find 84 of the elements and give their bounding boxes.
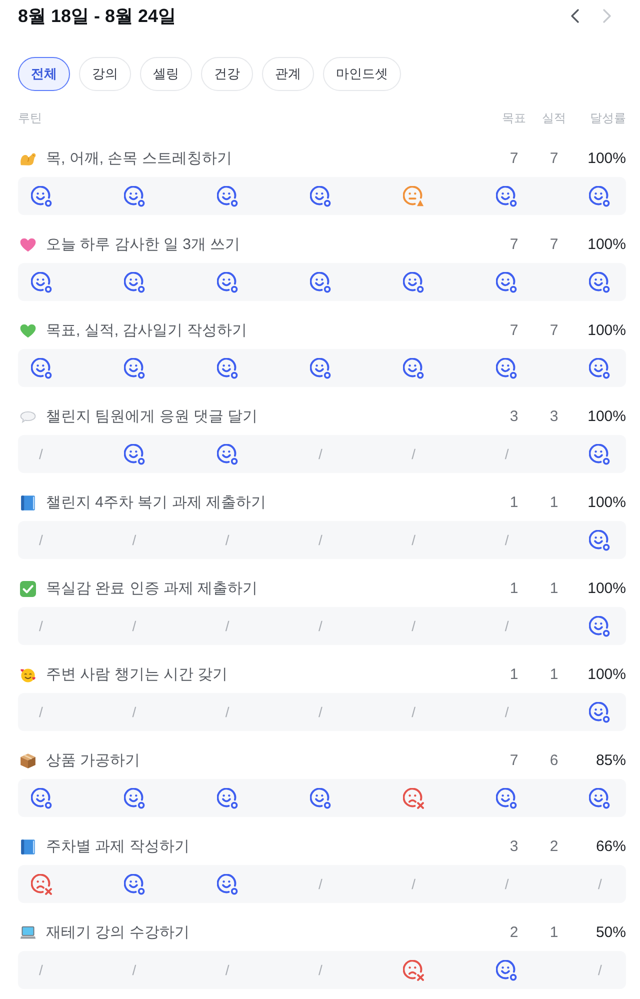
achievement-rate: 100% [588, 149, 626, 169]
achievement-rate: 100% [588, 235, 626, 255]
rate-column-header: 달성률 [590, 110, 626, 126]
empty-day-mark: / [504, 703, 509, 721]
goal-count: 3 [510, 837, 518, 857]
empty-day-mark: / [412, 617, 416, 635]
routine-column-header: 루틴 [18, 110, 42, 126]
empty-day-mark: / [39, 445, 43, 463]
routine-name: 상품 가공하기 [46, 752, 140, 769]
goal-count: 1 [510, 665, 518, 685]
actual-count: 7 [550, 149, 558, 169]
actual-count: 6 [550, 751, 558, 771]
empty-day-mark: / [412, 531, 416, 549]
empty-day-mark: / [504, 531, 509, 549]
actual-count: 1 [550, 923, 558, 943]
actual-count: 7 [550, 321, 558, 341]
date-range-title: 8월 18일 - 8월 24일 [18, 5, 176, 28]
empty-day-mark: / [132, 703, 136, 721]
actual-count: 1 [550, 579, 558, 599]
empty-day-mark: / [39, 531, 43, 549]
routine-name: 챌린지 4주차 복기 과제 제출하기 [46, 494, 266, 511]
empty-day-mark: / [39, 617, 43, 635]
empty-day-mark: / [39, 703, 43, 721]
goal-count: 7 [510, 321, 518, 341]
goal-count: 7 [510, 235, 518, 255]
empty-day-mark: / [412, 703, 416, 721]
routine-name: 주변 사람 챙기는 시간 갖기 [46, 666, 228, 683]
category-tab[interactable]: 건강 [201, 57, 253, 91]
empty-day-mark: / [132, 617, 136, 635]
category-tab[interactable]: 마인드셋 [323, 57, 401, 91]
category-tab[interactable]: 전체 [18, 57, 70, 91]
empty-day-mark: / [318, 445, 322, 463]
routine-name: 오늘 하루 감사한 일 3개 쓰기 [46, 236, 240, 253]
empty-day-mark: / [225, 961, 230, 979]
empty-day-mark: / [132, 531, 136, 549]
achievement-rate: 100% [588, 321, 626, 341]
actual-count: 3 [550, 407, 558, 427]
achievement-rate: 100% [588, 493, 626, 513]
goal-column-header: 목표 [502, 110, 526, 126]
achievement-rate: 100% [588, 407, 626, 427]
empty-day-mark: / [598, 961, 602, 979]
category-tab[interactable]: 관계 [262, 57, 314, 91]
routine-name: 목, 어깨, 손목 스트레칭하기 [46, 150, 232, 167]
goal-count: 7 [510, 149, 518, 169]
routine-name: 챌린지 팀원에게 응원 댓글 달기 [46, 408, 258, 425]
empty-day-mark: / [598, 875, 602, 893]
chevron-left-icon [571, 9, 579, 23]
routine-name: 재테기 강의 수강하기 [46, 924, 190, 941]
actual-count: 1 [550, 493, 558, 513]
empty-day-mark: / [504, 875, 509, 893]
achievement-rate: 100% [588, 665, 626, 685]
routine-name: 목실감 완료 인증 과제 제출하기 [46, 580, 258, 597]
category-tab[interactable]: 강의 [79, 57, 131, 91]
actual-count: 1 [550, 665, 558, 685]
achievement-rate: 50% [596, 923, 626, 943]
achievement-rate: 100% [588, 579, 626, 599]
achievement-rate: 85% [596, 751, 626, 771]
empty-day-mark: / [225, 617, 230, 635]
goal-count: 1 [510, 493, 518, 513]
achievement-rate: 66% [596, 837, 626, 857]
empty-day-mark: / [504, 617, 509, 635]
actual-count: 2 [550, 837, 558, 857]
empty-day-mark: / [225, 703, 230, 721]
empty-day-mark: / [412, 875, 416, 893]
empty-day-mark: / [132, 961, 136, 979]
category-tab[interactable]: 셀링 [140, 57, 192, 91]
goal-count: 2 [510, 923, 518, 943]
chevron-right-icon [603, 9, 611, 23]
routine-name: 목표, 실적, 감사일기 작성하기 [46, 322, 247, 339]
actual-count: 7 [550, 235, 558, 255]
empty-day-mark: / [318, 875, 322, 893]
empty-day-mark: / [39, 961, 43, 979]
goal-count: 1 [510, 579, 518, 599]
goal-count: 7 [510, 751, 518, 771]
empty-day-mark: / [318, 531, 322, 549]
actual-column-header: 실적 [542, 110, 566, 126]
goal-count: 3 [510, 407, 518, 427]
routine-name: 주차별 과제 작성하기 [46, 838, 190, 855]
empty-day-mark: / [225, 531, 230, 549]
empty-day-mark: / [318, 617, 322, 635]
empty-day-mark: / [318, 961, 322, 979]
empty-day-mark: / [412, 445, 416, 463]
empty-day-mark: / [504, 445, 509, 463]
empty-day-mark: / [318, 703, 322, 721]
